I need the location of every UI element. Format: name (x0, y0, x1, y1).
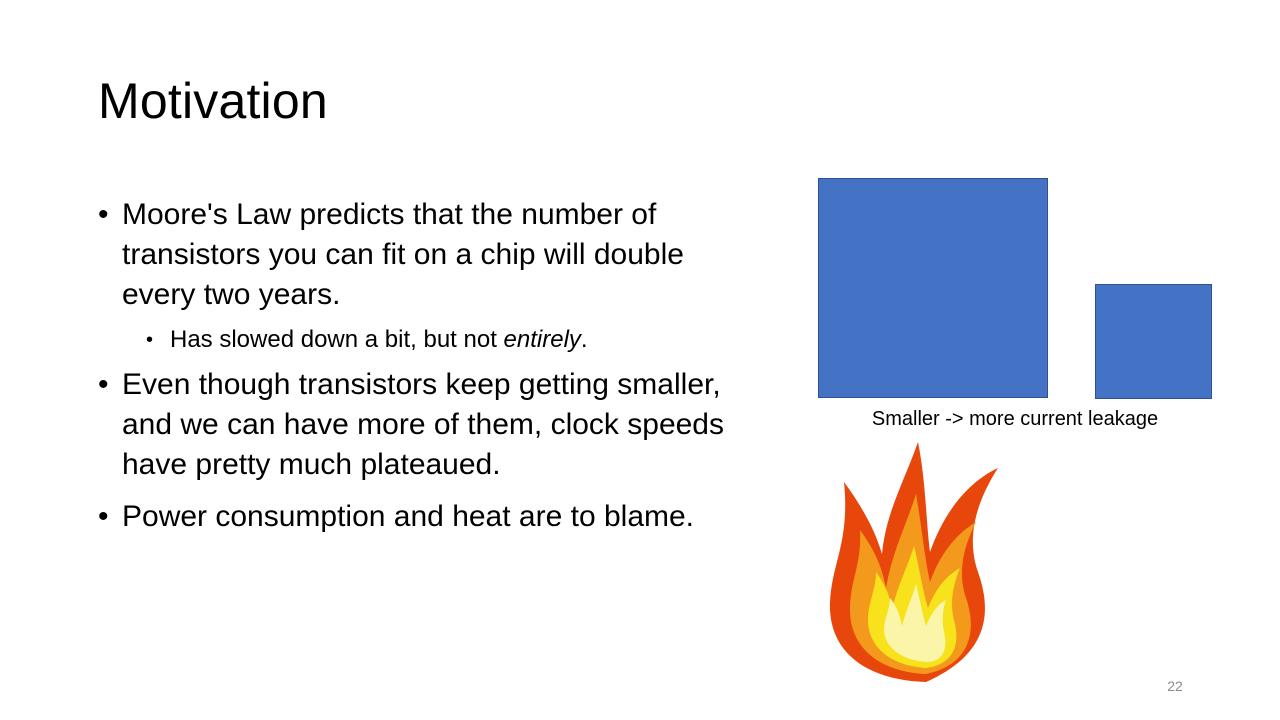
slide-title: Motivation (98, 73, 328, 129)
bullet-text: Moore's Law predicts that the number of … (122, 198, 684, 311)
sub-bullet-item: • Has slowed down a bit, but not entirel… (98, 325, 738, 355)
bullet-text: Power consumption and heat are to blame. (122, 500, 695, 533)
bullet-text: Even though transistors keep getting sma… (122, 368, 724, 481)
large-transistor-square (818, 178, 1048, 398)
bullet-glyph: • (98, 198, 109, 231)
sub-bullet-glyph: • (146, 329, 154, 351)
bullet-glyph: • (98, 368, 109, 401)
page-number: 22 (1167, 678, 1183, 694)
fire-icon (829, 442, 998, 682)
sub-bullet-text-suffix: . (580, 326, 588, 353)
slide: Motivation • Moore's Law predicts that t… (0, 0, 1280, 720)
leakage-caption: Smaller -> more current leakage (871, 408, 1159, 430)
sub-bullet-text-prefix: Has slowed down a bit, but not (170, 326, 504, 353)
bullet-list: • Moore's Law predicts that the number o… (98, 195, 738, 537)
bullet-item: • Power consumption and heat are to blam… (98, 497, 738, 537)
bullet-item: • Moore's Law predicts that the number o… (98, 195, 738, 315)
bullet-item: • Even though transistors keep getting s… (98, 365, 738, 485)
small-transistor-square (1095, 284, 1212, 399)
sub-bullet-emphasis: entirely (503, 326, 581, 353)
bullet-glyph: • (98, 500, 109, 533)
